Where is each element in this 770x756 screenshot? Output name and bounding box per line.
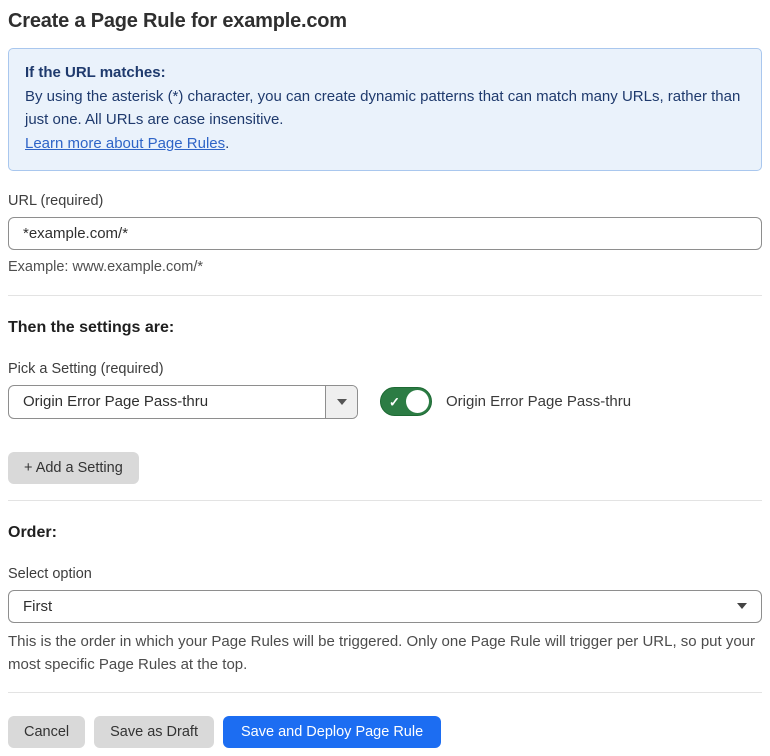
page-title: Create a Page Rule for example.com: [8, 10, 347, 32]
add-setting-button[interactable]: + Add a Setting: [8, 451, 139, 484]
url-example-helper: Example: www.example.com/*: [8, 258, 204, 275]
setting-picker-value: Origin Error Page Pass-thru: [23, 393, 209, 410]
setting-picker[interactable]: Origin Error Page Pass-thru: [8, 384, 358, 419]
save-draft-button[interactable]: Save as Draft: [94, 716, 214, 748]
order-select[interactable]: First: [8, 589, 762, 623]
order-select-value: First: [23, 597, 53, 615]
setting-picker-dropdown-button[interactable]: [325, 385, 357, 418]
url-input[interactable]: [8, 216, 762, 250]
settings-heading: Then the settings are:: [8, 318, 175, 336]
url-label: URL (required): [8, 192, 104, 209]
cancel-button[interactable]: Cancel: [8, 716, 86, 748]
check-icon: ✓: [389, 394, 400, 409]
setting-row: Origin Error Page Pass-thru ✓ Origin Err…: [8, 384, 762, 419]
divider: [8, 294, 762, 296]
setting-toggle[interactable]: ✓: [380, 387, 432, 416]
divider: [8, 499, 762, 501]
info-box-link-line: Learn more about Page Rules.: [25, 132, 745, 156]
setting-toggle-label: Origin Error Page Pass-thru: [446, 393, 632, 410]
learn-more-link[interactable]: Learn more about Page Rules: [25, 135, 225, 152]
order-helper-text: This is the order in which your Page Rul…: [8, 632, 756, 673]
pick-setting-label: Pick a Setting (required): [8, 360, 164, 377]
info-box-heading: If the URL matches:: [25, 64, 166, 81]
chevron-down-icon: [737, 603, 747, 609]
toggle-knob: [406, 390, 429, 413]
info-box-body: By using the asterisk (*) character, you…: [25, 87, 741, 129]
save-deploy-button[interactable]: Save and Deploy Page Rule: [222, 716, 442, 748]
link-period: .: [225, 135, 230, 153]
chevron-down-icon: [336, 398, 347, 405]
create-page-rule-form: Create a Page Rule for example.com If th…: [0, 0, 770, 756]
divider: [8, 692, 762, 693]
select-option-label: Select option: [8, 565, 92, 582]
url-match-info-box: If the URL matches: By using the asteris…: [8, 48, 762, 171]
order-heading: Order:: [8, 523, 57, 541]
footer-actions: Cancel Save as Draft Save and Deploy Pag…: [8, 716, 762, 748]
